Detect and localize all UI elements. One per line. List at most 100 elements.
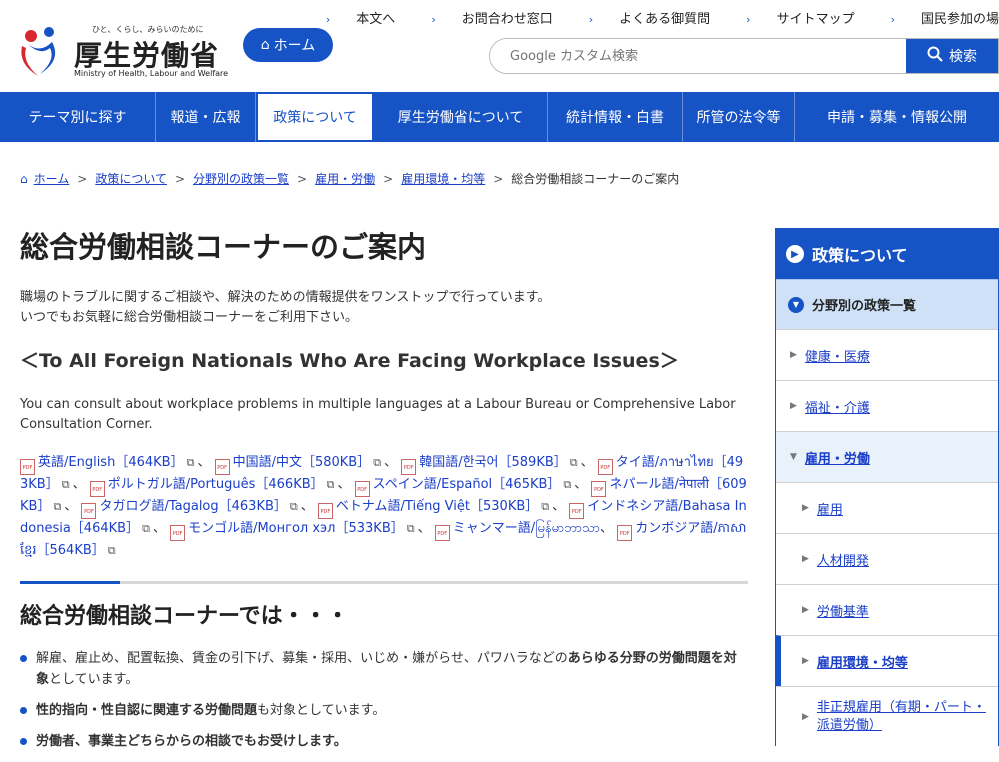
gnav-item-laws[interactable]: 所管の法令等 xyxy=(683,92,795,142)
site-logo[interactable] xyxy=(16,22,70,78)
page-title: 総合労働相談コーナーのご案内 xyxy=(20,230,427,264)
pdf-link-chinese[interactable]: 中国語/中文［580KB］ xyxy=(233,455,371,470)
pdf-icon: PDF xyxy=(434,525,450,541)
caret-right-icon: ▶ xyxy=(802,711,809,722)
external-window-icon: ⧉ xyxy=(61,478,70,491)
breadcrumb-policy-list[interactable]: 分野別の政策一覧 xyxy=(193,170,289,187)
gnav-item-applications[interactable]: 申請・募集・情報公開 xyxy=(795,92,999,142)
caret-right-icon: ▶ xyxy=(802,605,809,615)
gnav-item-themes[interactable]: テーマ別に探す xyxy=(0,92,156,142)
external-window-icon: ⧉ xyxy=(186,456,195,469)
utility-link-main-content[interactable]: › 本文へ xyxy=(308,8,395,27)
sidebar-item-equality[interactable]: ▶ 雇用環境・均等 xyxy=(776,635,998,686)
pdf-icon: PDF xyxy=(89,481,105,497)
pdf-icon: PDF xyxy=(20,459,35,475)
pdf-icon: PDF xyxy=(354,481,370,497)
pdf-link-vietnamese[interactable]: ベトナム語/Tiếng Việt［530KB］ xyxy=(336,499,538,514)
gnav-item-statistics[interactable]: 統計情報・白書 xyxy=(548,92,683,142)
sidebar-item-labour-standards[interactable]: ▶ 労働基準 xyxy=(776,584,998,635)
breadcrumb-separator: > xyxy=(174,171,186,186)
external-window-icon: ⧉ xyxy=(142,522,150,535)
chevron-down-circle-icon: ▼ xyxy=(788,296,804,313)
chevron-right-icon: › xyxy=(746,13,751,26)
list-item: 労働者、事業主どちらからの相談でもお受けします。 xyxy=(20,731,748,752)
chevron-right-icon: › xyxy=(431,13,436,26)
sidebar-item-non-regular[interactable]: ▶ 非正規雇用（有期・パート・派遣労働） xyxy=(776,686,998,746)
external-window-icon: ⧉ xyxy=(406,522,415,535)
breadcrumb-separator: > xyxy=(383,171,394,186)
mhlw-logo-icon xyxy=(16,22,64,78)
breadcrumb-home[interactable]: ホーム xyxy=(34,170,70,187)
service-list: 解雇、雇止め、配置転換、賃金の引下げ、募集・採用、いじめ・嫌がらせ、パワハラなど… xyxy=(20,648,748,752)
search-button-label: 検索 xyxy=(949,49,977,65)
english-description: You can consult about workplace problems… xyxy=(20,397,736,432)
gnav-item-press[interactable]: 報道・広報 xyxy=(156,92,256,142)
breadcrumb-equality[interactable]: 雇用環境・均等 xyxy=(401,170,485,187)
search-button[interactable]: 検索 xyxy=(906,39,998,73)
breadcrumb-policy[interactable]: 政策について xyxy=(95,170,167,187)
gnav-item-policy[interactable]: 政策について xyxy=(256,92,374,142)
logo-title[interactable]: 厚生労働省 xyxy=(74,34,219,74)
pdf-icon: PDF xyxy=(214,459,230,475)
caret-right-icon: ▶ xyxy=(802,554,809,564)
sidebar-item-welfare[interactable]: ▶ 福祉・介護 xyxy=(776,380,998,431)
pdf-icon: PDF xyxy=(569,503,585,519)
pdf-icon: PDF xyxy=(617,525,633,541)
home-icon: ⌂ xyxy=(260,37,270,53)
list-item: 解雇、雇止め、配置転換、賃金の引下げ、募集・採用、いじめ・嫌がらせ、パワハラなど… xyxy=(20,648,748,690)
breadcrumb-employment[interactable]: 雇用・労働 xyxy=(315,170,375,187)
external-window-icon: ⧉ xyxy=(326,478,335,491)
sidebar-item-koyo[interactable]: ▶ 雇用 xyxy=(776,482,998,533)
sidebar-item-health[interactable]: ▶ 健康・医療 xyxy=(776,329,998,380)
foreign-nationals-heading: ＜To All Foreign Nationals Who Are Facing… xyxy=(20,350,679,372)
utility-link-participation[interactable]: › 国民参加の場 xyxy=(873,8,999,27)
pdf-link-portuguese[interactable]: ポルトガル語/Português［466KB］ xyxy=(108,477,324,492)
chevron-right-icon: › xyxy=(588,13,594,26)
main-content: 総合労働相談コーナーのご案内 職場のトラブルに関するご相談や、解決のための情報提… xyxy=(20,222,748,762)
utility-link-faq[interactable]: › よくある御質問 xyxy=(571,8,710,27)
chevron-right-circle-icon: ▶ xyxy=(786,245,804,263)
breadcrumb-separator: > xyxy=(297,171,308,186)
caret-down-icon: ▼ xyxy=(790,452,797,462)
search-icon xyxy=(927,46,943,66)
home-icon: ⌂ xyxy=(20,171,28,186)
external-window-icon: ⧉ xyxy=(569,456,578,469)
pdf-link-mongolian[interactable]: モンゴル語/Монгол хэл［533KB］ xyxy=(188,521,404,536)
utility-link-sitemap[interactable]: › サイトマップ xyxy=(728,8,854,27)
external-window-icon: ⧉ xyxy=(53,500,62,513)
pdf-link-korean[interactable]: 韓国語/한국어［589KB］ xyxy=(419,455,567,470)
home-button-label: ホーム xyxy=(273,38,316,54)
pdf-icon: PDF xyxy=(597,459,613,475)
utility-link-contact[interactable]: › お問合わせ窓口 xyxy=(413,8,552,27)
external-window-icon: ⧉ xyxy=(373,456,382,469)
caret-right-icon: ▶ xyxy=(802,503,809,513)
breadcrumb-separator: > xyxy=(77,171,88,186)
pdf-link-english[interactable]: 英語/English［464KB］ xyxy=(38,455,184,470)
chevron-right-icon: › xyxy=(325,13,331,26)
pdf-icon: PDF xyxy=(81,503,97,519)
pdf-icon: PDF xyxy=(401,459,417,475)
gnav-item-about[interactable]: 厚生労働省について xyxy=(374,92,548,142)
chevron-right-icon: › xyxy=(890,13,895,26)
pdf-icon: PDF xyxy=(317,503,333,519)
caret-right-icon: ▶ xyxy=(790,350,797,360)
language-pdf-links: PDF 英語/English［464KB］ ⧉、 PDF 中国語/中文［580KB］ ⧉… xyxy=(20,455,747,558)
breadcrumb-separator: > xyxy=(493,171,504,186)
search-form: 検索 xyxy=(489,38,999,74)
search-input[interactable] xyxy=(490,39,906,73)
sidebar-header[interactable]: ▶ 政策について xyxy=(776,229,998,279)
sidebar-subheader[interactable]: ▼ 分野別の政策一覧 xyxy=(776,279,998,329)
pdf-icon: PDF xyxy=(170,525,186,541)
sidebar-item-human-resources[interactable]: ▶ 人材開発 xyxy=(776,533,998,584)
pdf-link-spanish[interactable]: スペイン語/Español［465KB］ xyxy=(373,477,561,492)
external-window-icon: ⧉ xyxy=(563,478,572,491)
sidebar-item-employment[interactable]: ▼ 雇用・労働 xyxy=(776,431,998,482)
caret-right-icon: ▶ xyxy=(802,656,809,666)
home-button[interactable]: ⌂ ホーム xyxy=(243,28,333,62)
pdf-link-tagalog[interactable]: タガログ語/Tagalog［463KB］ xyxy=(99,499,286,514)
sidebar-nav: ▶ 政策について ▼ 分野別の政策一覧 ▶ 健康・医療 ▶ 福祉・介護 ▼ 雇用・労働… xyxy=(775,228,999,746)
global-nav: テーマ別に探す 報道・広報 政策について 厚生労働省について 統計情報・白書 所… xyxy=(0,92,999,142)
intro-text: 職場のトラブルに関するご相談や、解決のための情報提供をワンストップで行っています… xyxy=(20,290,551,325)
pdf-link-myanmar[interactable]: ミャンマー語/မြန်မာဘာသာ xyxy=(453,521,600,536)
pdf-icon: PDF xyxy=(591,481,607,497)
